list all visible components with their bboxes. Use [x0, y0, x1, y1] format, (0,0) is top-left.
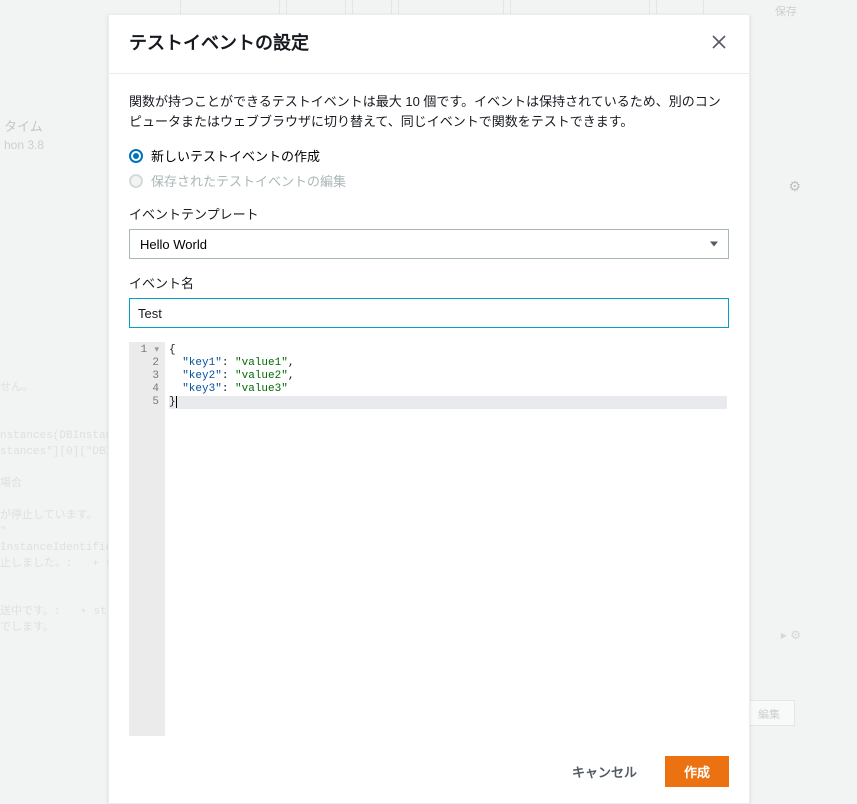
event-template-label: イベントテンプレート: [129, 204, 729, 223]
modal-description: 関数が持つことができるテストイベントは最大 10 個です。イベントは保持されてい…: [129, 92, 729, 132]
event-template-select[interactable]: Hello World: [129, 229, 729, 259]
configure-test-event-modal: テストイベントの設定 関数が持つことができるテストイベントは最大 10 個です。…: [108, 14, 750, 804]
modal-footer: キャンセル 作成: [109, 744, 749, 803]
bg-runtime-value: hon 3.8: [4, 138, 44, 152]
bg-edit-button: 編集: [745, 700, 795, 726]
event-name-field: イベント名: [129, 273, 729, 328]
radio-edit-saved-event: 保存されたテストイベントの編集: [129, 171, 729, 190]
event-name-input[interactable]: [129, 298, 729, 328]
chevron-down-icon: [710, 242, 718, 247]
radio-icon-checked: [129, 149, 143, 163]
event-mode-radio-group: 新しいテストイベントの作成 保存されたテストイベントの編集: [129, 146, 729, 190]
create-button[interactable]: 作成: [665, 756, 729, 787]
radio-icon-disabled: [129, 174, 143, 188]
cancel-button[interactable]: キャンセル: [554, 756, 655, 787]
code-content[interactable]: { "key1": "value1", "key2": "value2", "k…: [165, 342, 729, 736]
radio-create-label: 新しいテストイベントの作成: [151, 146, 320, 165]
gear-icon: ⚙: [788, 178, 801, 195]
modal-header: テストイベントの設定: [109, 15, 749, 74]
event-template-value: Hello World: [140, 237, 207, 252]
event-template-field: イベントテンプレート Hello World: [129, 204, 729, 259]
radio-create-new-event[interactable]: 新しいテストイベントの作成: [129, 146, 729, 165]
code-gutter: 1 ▾2345: [129, 342, 165, 736]
caret-gear-icon: ▸ ⚙: [781, 628, 801, 642]
modal-title: テストイベントの設定: [129, 29, 309, 55]
json-code-editor[interactable]: 1 ▾2345 { "key1": "value1", "key2": "val…: [129, 342, 729, 736]
close-icon: [712, 35, 726, 49]
bg-save-label: 保存: [775, 3, 797, 19]
radio-edit-label: 保存されたテストイベントの編集: [151, 171, 346, 190]
bg-code-text: せん。 nstances(DBInstance stances"][0]["DB…: [0, 380, 125, 636]
bg-runtime-label: タイム: [4, 116, 43, 135]
close-button[interactable]: [709, 32, 729, 52]
modal-body: 関数が持つことができるテストイベントは最大 10 個です。イベントは保持されてい…: [109, 74, 749, 736]
event-name-label: イベント名: [129, 273, 729, 292]
